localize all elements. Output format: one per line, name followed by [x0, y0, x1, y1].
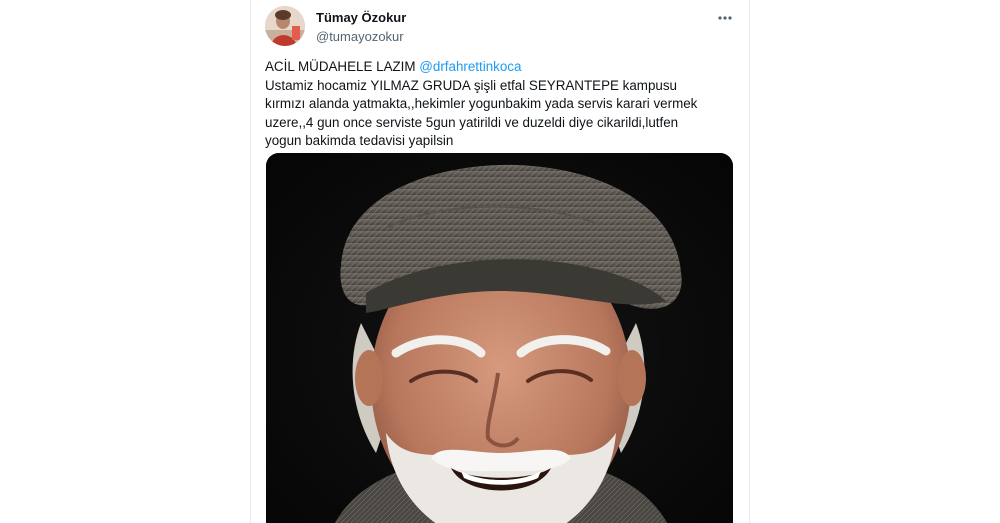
tweet-text-line: ACİL MÜDAHELE LAZIM @drfahrettinkoca: [265, 58, 735, 77]
avatar[interactable]: [265, 6, 305, 46]
tweet-text-line: yogun bakimda tedavisi yapilsin: [265, 133, 454, 148]
tweet-card[interactable]: Tümay Özokur @tumayozokur ACİL MÜDAHELE …: [250, 0, 750, 523]
author-display-name[interactable]: Tümay Özokur: [316, 10, 406, 26]
tweet-text-segment: ACİL MÜDAHELE LAZIM: [265, 59, 420, 74]
portrait-photo: [266, 153, 733, 523]
more-horizontal-icon[interactable]: [715, 10, 735, 26]
mention-link[interactable]: @drfahrettinkoca: [419, 59, 521, 74]
tweet-photo[interactable]: [266, 153, 733, 523]
tweet-text-line: kırmızı alanda yatmakta,,hekimler yogunb…: [265, 96, 698, 111]
avatar-image: [265, 6, 305, 46]
author-names: Tümay Özokur @tumayozokur: [316, 10, 406, 45]
tweet-header: Tümay Özokur @tumayozokur: [265, 6, 739, 50]
tweet-text-line: uzere,,4 gun once serviste 5gun yatirild…: [265, 114, 679, 130]
author-handle[interactable]: @tumayozokur: [316, 29, 406, 45]
tweet-text: ACİL MÜDAHELE LAZIM @drfahrettinkoca Ust…: [265, 58, 735, 151]
tweet-text-line: Ustamiz hocamiz YILMAZ GRUDA şişli etfal…: [265, 77, 678, 93]
